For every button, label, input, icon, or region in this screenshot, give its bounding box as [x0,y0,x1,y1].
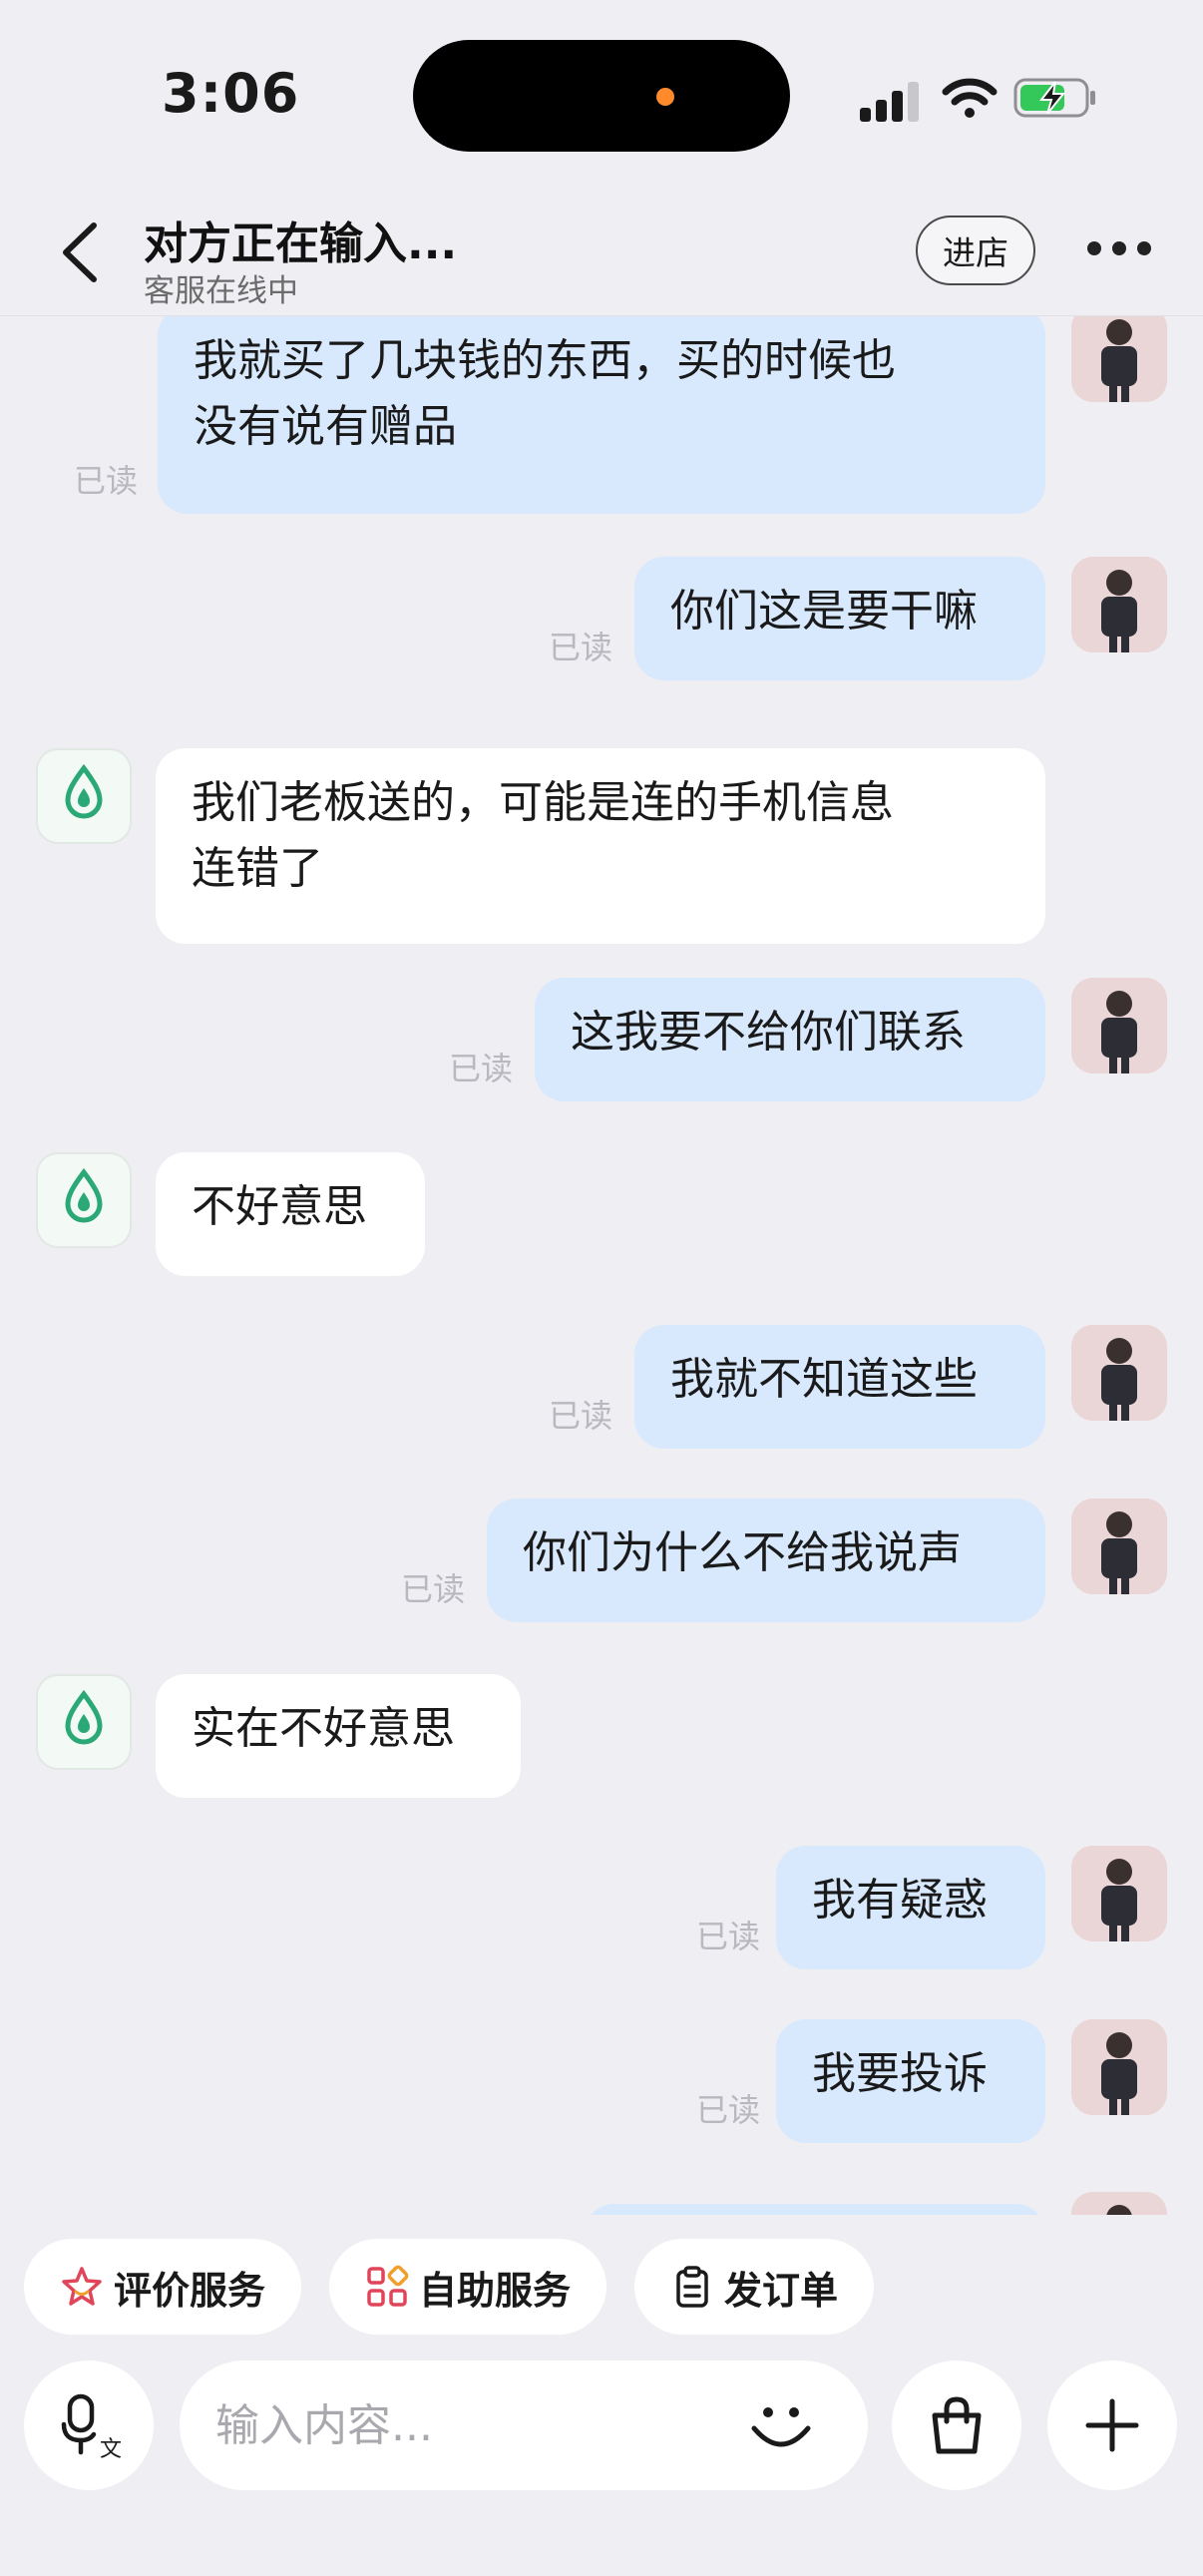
my-message-bubble[interactable]: 我就不知道这些 [634,1325,1045,1449]
my-message-bubble[interactable]: 你们这是要干嘛 [634,557,1045,680]
rate-service-label: 评价服务 [114,2268,266,2313]
read-receipt: 已读 [549,629,613,666]
read-receipt: 已读 [401,1570,466,1608]
message-line: 没有说有赠品 [194,401,457,452]
cellular-signal-icon [860,82,919,122]
wifi-icon [942,78,998,118]
user-avatar[interactable] [1071,2019,1167,2115]
read-receipt: 已读 [74,462,139,500]
back-arrow-icon[interactable] [56,219,106,285]
svg-text:文: 文 [100,2437,122,2460]
chat-header: 对方正在输入... 客服在线中 进店 [0,190,1203,315]
message-line: 我就不知道这些 [670,1354,978,1405]
service-message-bubble[interactable]: 不好意思 [156,1152,425,1276]
plus-icon [1085,2398,1139,2452]
my-message-bubble[interactable]: 我就买了几块钱的东西，买的时候也 没有说有赠品 [158,316,1045,514]
my-message-bubble[interactable]: 我有疑惑 [776,1846,1045,1969]
message-line: 不好意思 [192,1181,367,1232]
read-receipt: 已读 [449,1050,514,1087]
my-message-bubble[interactable]: 你们为什么不给我说声 [487,1499,1045,1622]
read-receipt: 已读 [696,1918,761,1955]
read-receipt: 已读 [696,2091,761,2129]
input-bar: 文 [0,2355,1203,2494]
service-message-bubble[interactable]: 我们老板送的，可能是连的手机信息 连错了 [156,748,1045,944]
user-avatar[interactable] [1071,978,1167,1073]
message-line: 连错了 [192,843,323,894]
message-line: 我有疑惑 [812,1875,988,1926]
clipboard-icon [676,2266,708,2308]
message-line: 我们老板送的，可能是连的手机信息 [192,777,894,828]
camera-indicator-dot [656,88,674,106]
battery-charging-icon [1013,78,1095,118]
my-message-bubble[interactable]: 这我要不给你们联系 [535,978,1045,1101]
user-avatar[interactable] [1071,1325,1167,1421]
user-avatar[interactable] [1071,316,1167,402]
message-line: 我就买了几块钱的东西，买的时候也 [194,335,896,386]
service-message-bubble[interactable]: 实在不好意思 [156,1674,521,1798]
shopping-bag-icon [932,2396,982,2454]
more-options-icon[interactable] [1087,241,1151,261]
message-line: 这我要不给你们联系 [571,1007,966,1058]
user-avatar[interactable] [1071,1499,1167,1594]
message-list[interactable]: 我就买了几块钱的东西，买的时候也 没有说有赠品 已读 你们这是要干嘛 已读 我们… [0,316,1203,2215]
read-receipt: 已读 [549,1397,613,1435]
grid-apps-icon [367,2265,409,2307]
send-order-button[interactable]: 发订单 [634,2239,875,2335]
rate-service-button[interactable]: 评价服务 [24,2239,302,2335]
user-avatar[interactable] [1071,1846,1167,1941]
service-avatar[interactable] [36,1152,132,1248]
shop-button[interactable] [892,2361,1021,2490]
service-avatar[interactable] [36,1674,132,1770]
message-line: 你们这是要干嘛 [670,586,978,637]
message-line: 你们为什么不给我说声 [523,1527,962,1578]
voice-translate-icon: 文 [61,2393,122,2460]
my-message-bubble-partial[interactable] [585,2204,1045,2215]
message-line: 我要投诉 [812,2048,988,2099]
smile-icon[interactable] [744,2388,818,2462]
user-avatar[interactable] [1071,557,1167,652]
service-avatar[interactable] [36,748,132,844]
voice-input-button[interactable]: 文 [24,2361,154,2490]
message-line: 实在不好意思 [192,1703,455,1754]
chat-title: 对方正在输入... [144,218,458,269]
message-input[interactable] [215,2388,734,2462]
enter-store-button[interactable]: 进店 [916,215,1035,285]
self-service-label: 自助服务 [419,2268,572,2313]
send-order-label: 发订单 [724,2268,839,2313]
status-time: 3:06 [162,62,300,125]
dynamic-island [413,40,790,152]
message-input-box[interactable] [180,2361,868,2490]
quick-actions-bar: 评价服务 自助服务 发订单 [0,2215,1203,2335]
star-badge-icon [62,2267,102,2306]
self-service-button[interactable]: 自助服务 [329,2239,607,2335]
my-message-bubble[interactable]: 我要投诉 [776,2019,1045,2143]
more-actions-button[interactable] [1047,2361,1177,2490]
chat-screen: 3:06 对方正在输入... 客服在线中 进店 我就买了几块钱的东西，买的时候也… [0,0,1203,2576]
status-bar: 3:06 [0,0,1203,190]
user-avatar[interactable] [1071,2192,1167,2215]
service-status: 客服在线中 [144,273,298,309]
